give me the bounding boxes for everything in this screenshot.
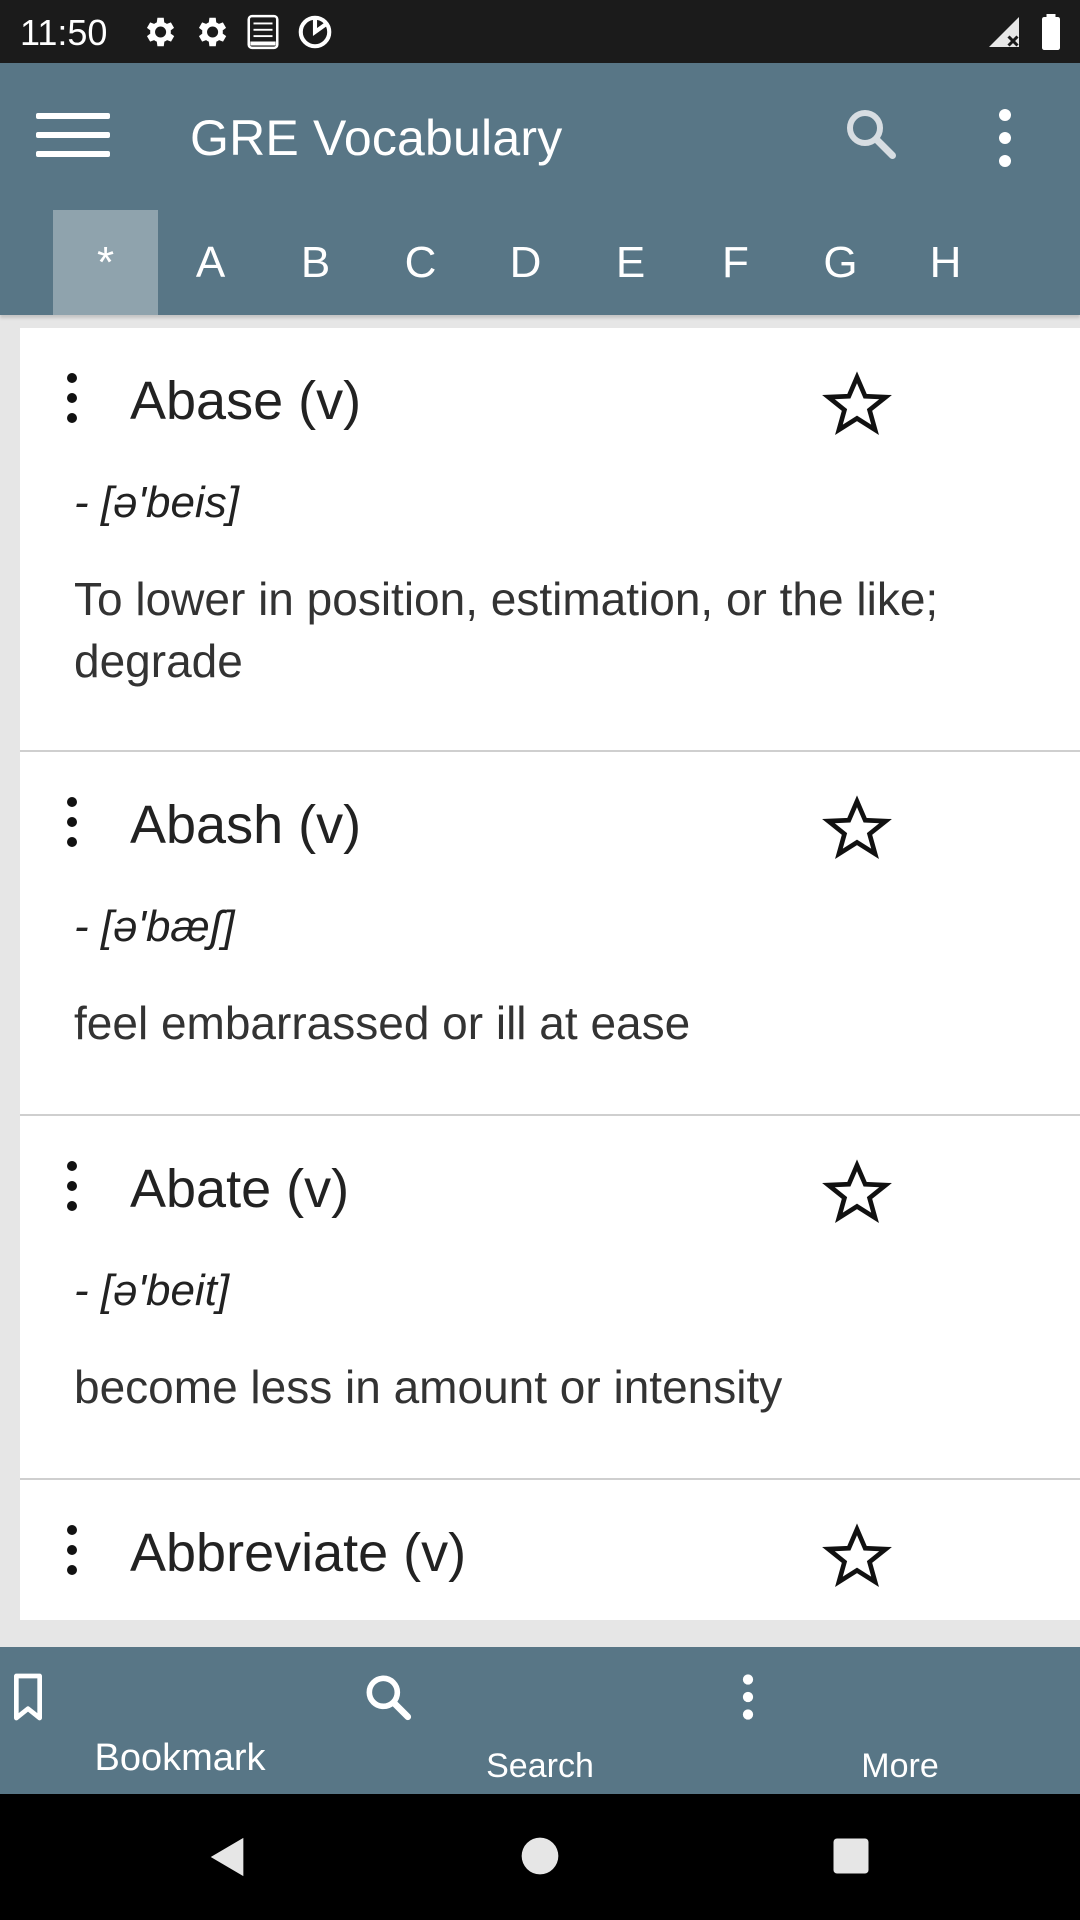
status-notification-icons bbox=[140, 12, 334, 52]
card-options-icon[interactable] bbox=[62, 794, 82, 854]
star-bookmark-icon[interactable] bbox=[822, 794, 892, 864]
back-icon[interactable] bbox=[205, 1834, 251, 1880]
nav-bookmark-label: Bookmark bbox=[94, 1737, 266, 1779]
word-card[interactable]: Abase (v) - [ə'beis] To lower in positio… bbox=[20, 328, 1080, 752]
word-card[interactable]: Abbreviate (v) bbox=[20, 1480, 1080, 1620]
battery-icon bbox=[1042, 14, 1060, 50]
tab-all[interactable]: * bbox=[53, 210, 158, 315]
card-options-icon[interactable] bbox=[62, 1522, 82, 1582]
nav-search-label: Search bbox=[486, 1747, 594, 1785]
more-vertical-icon bbox=[742, 1674, 754, 1720]
recents-icon[interactable] bbox=[830, 1835, 872, 1877]
tab-letter-h[interactable]: H bbox=[893, 210, 998, 315]
settings-gear-icon bbox=[198, 17, 227, 47]
word-title: Abbreviate (v) bbox=[130, 1523, 467, 1583]
page-title: GRE Vocabulary bbox=[190, 110, 563, 166]
status-system-icons bbox=[986, 12, 1062, 52]
word-card[interactable]: Abate (v) - [ə'beit] become less in amou… bbox=[20, 1116, 1080, 1480]
search-icon bbox=[366, 1675, 412, 1721]
nav-more-button[interactable]: More bbox=[720, 1647, 1080, 1794]
signal-icon bbox=[989, 17, 1019, 47]
tab-letter-d[interactable]: D bbox=[473, 210, 578, 315]
card-options-icon[interactable] bbox=[62, 1158, 82, 1218]
app-bar: GRE Vocabulary bbox=[0, 63, 1080, 210]
word-card[interactable]: Abash (v) - [ə'bæʃ] feel embarrassed or … bbox=[20, 752, 1080, 1116]
star-bookmark-icon[interactable] bbox=[822, 1158, 892, 1228]
bookmark-icon bbox=[14, 1673, 43, 1721]
word-phonetic: - [ə'beit] bbox=[74, 1266, 230, 1315]
word-phonetic: - [ə'bæʃ] bbox=[74, 902, 235, 951]
hamburger-menu-icon[interactable] bbox=[36, 105, 110, 165]
word-definition: feel embarrassed or ill at ease bbox=[74, 997, 691, 1049]
nav-bookmark-button[interactable]: Bookmark bbox=[0, 1647, 360, 1794]
tab-letter-c[interactable]: C bbox=[368, 210, 473, 315]
data-saver-icon bbox=[298, 15, 332, 49]
word-definition: become less in amount or intensity bbox=[74, 1361, 783, 1413]
nav-more-label: More bbox=[861, 1747, 939, 1785]
tab-letter-b[interactable]: B bbox=[263, 210, 368, 315]
word-title: Abate (v) bbox=[130, 1159, 350, 1219]
word-list[interactable]: Abase (v) - [ə'beis] To lower in positio… bbox=[20, 328, 1080, 1620]
word-title: Abash (v) bbox=[130, 795, 362, 855]
home-icon[interactable] bbox=[518, 1834, 562, 1878]
bottom-navigation: Bookmark Search More bbox=[0, 1647, 1080, 1794]
app-notification-icon bbox=[247, 14, 279, 50]
star-bookmark-icon[interactable] bbox=[822, 1522, 892, 1592]
word-title: Abase (v) bbox=[130, 371, 362, 431]
settings-gear-icon bbox=[146, 17, 175, 47]
star-bookmark-icon[interactable] bbox=[822, 370, 892, 440]
tab-letter-g[interactable]: G bbox=[788, 210, 893, 315]
system-navigation-bar bbox=[0, 1794, 1080, 1920]
search-icon[interactable] bbox=[840, 103, 900, 163]
tab-letter-e[interactable]: E bbox=[578, 210, 683, 315]
letter-tab-bar: * A B C D E F G H bbox=[0, 210, 1080, 315]
nav-search-button[interactable]: Search bbox=[360, 1647, 720, 1794]
status-bar: 11:50 bbox=[0, 0, 1080, 63]
tab-letter-a[interactable]: A bbox=[158, 210, 263, 315]
tab-letter-f[interactable]: F bbox=[683, 210, 788, 315]
overflow-menu-icon[interactable] bbox=[990, 103, 1020, 173]
status-time: 11:50 bbox=[20, 12, 108, 53]
word-phonetic: - [ə'beis] bbox=[74, 478, 239, 527]
card-options-icon[interactable] bbox=[62, 370, 82, 430]
word-definition: To lower in position, estimation, or the… bbox=[74, 573, 939, 687]
